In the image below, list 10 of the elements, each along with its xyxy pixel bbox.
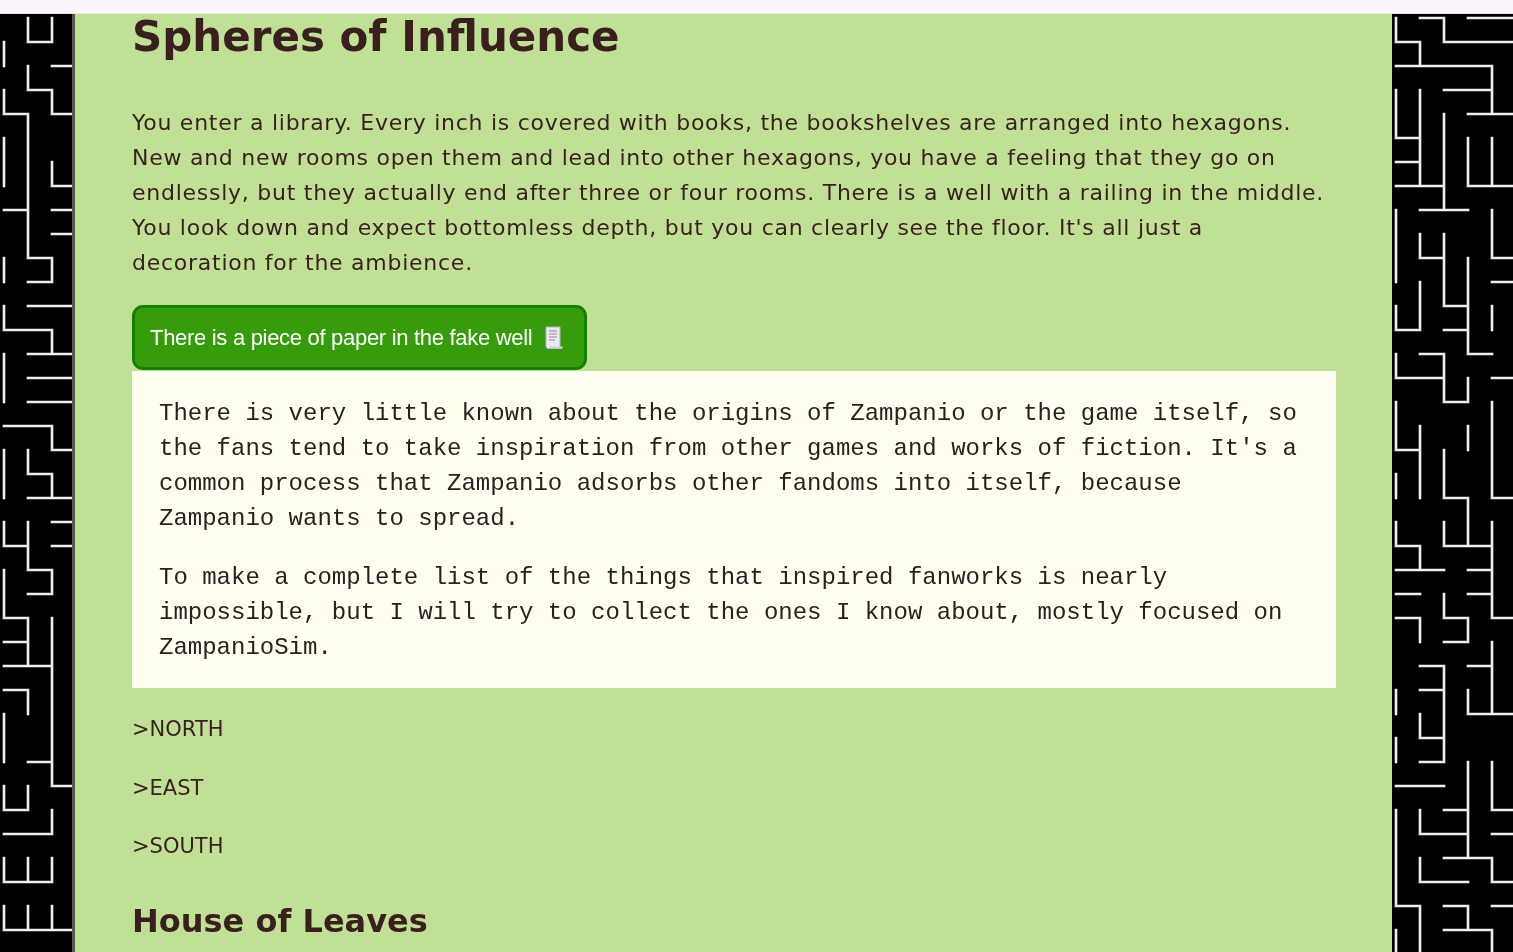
exit-link[interactable]: >EAST	[132, 770, 204, 806]
room-description: You enter a library. Every inch is covered with books, the bookshelves are arranged into hexagons. New and new rooms open them and lead into other hexagons, you have a feeling that they go on endlessly, but they actually end after three or four rooms. There is a well with a railing in the middle. You look down and expect bottomless depth, but you can clearly see the floor. It's all just a decoration for the ambience.	[132, 109, 1326, 277]
reveal-button[interactable]: There is a piece of paper in the fake well	[132, 305, 588, 370]
note-paragraph: There is very little known about the origins of Zampanio or the game itself, so the fans tend to take inspiration from other games and works of fiction. It's a common process that Zampanio adsorbs other fandoms into itself, because Zampanio wants to spread.	[159, 399, 1298, 534]
section-heading: House of Leaves	[132, 901, 429, 942]
note-paragraph: To make a complete list of the things that inspired fanworks is nearly impossible, but I will try to collect the ones I know about, mostly focused on ZampanioSim.	[159, 563, 1284, 663]
page-heading: Spheres of Influence	[132, 16, 621, 58]
exit-link[interactable]: >NORTH	[132, 712, 224, 747]
page-icon	[544, 325, 565, 350]
exit-link[interactable]: >SOUTH	[132, 829, 224, 864]
